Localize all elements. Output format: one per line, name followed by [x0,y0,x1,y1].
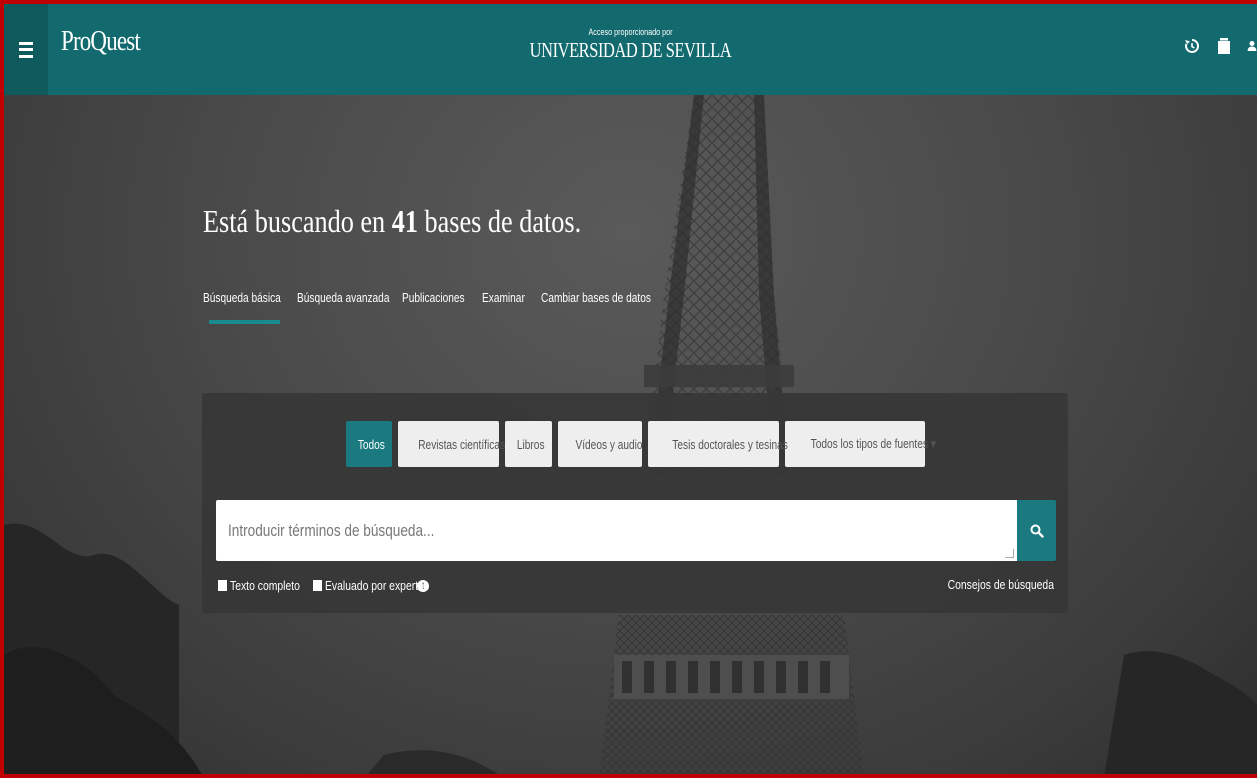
tab-cambiar-bases-de-datos[interactable]: Cambiar bases de datos [541,290,651,305]
tab-examinar[interactable]: Examinar [482,290,525,305]
search-row: Introducir términos de búsqueda... [216,500,1056,561]
tab-busqueda-basica[interactable]: Búsqueda básica [203,290,281,305]
full-text-checkbox[interactable] [218,580,227,591]
search-placeholder: Introducir términos de búsqueda... [228,520,435,540]
filter-todos[interactable]: Todos [345,421,392,467]
active-tab-indicator [209,320,280,324]
tab-publicaciones[interactable]: Publicaciones [402,290,465,305]
institution-name: UNIVERSIDAD DE SEVILLA [529,38,732,62]
resize-handle-icon[interactable] [1005,549,1014,558]
search-mode-tabs: Búsqueda básica Búsqueda avanzada Public… [203,290,675,305]
app-frame: ProQuest Acceso proporcionado por UNIVER… [0,0,1257,778]
folder-icon[interactable] [1215,36,1233,56]
search-tips-link[interactable]: Consejos de búsqueda [948,577,1054,592]
filter-todos-los-tipos-dropdown[interactable]: Todos los tipos de fuentes ▾ [784,421,935,467]
search-input[interactable]: Introducir términos de búsqueda... [216,500,1017,561]
top-header: ProQuest Acceso proporcionado por UNIVER… [4,4,1257,95]
tab-busqueda-avanzada[interactable]: Búsqueda avanzada [297,290,389,305]
filter-tesis-doctorales[interactable]: Tesis doctorales y tesinas [647,421,787,467]
page-heading: Está buscando en 41 bases de datos. [203,203,581,240]
header-actions [1183,36,1257,56]
search-panel: Todos Revistas científicas Libros Vídeos… [202,393,1068,613]
full-text-label: Texto completo [230,578,300,593]
institution-access: Acceso proporcionado por UNIVERSIDAD DE … [4,22,1257,63]
access-label: Acceso proporcionado por [588,27,673,37]
filter-libros[interactable]: Libros [504,421,552,467]
search-button[interactable] [1017,500,1056,561]
user-icon[interactable] [1247,36,1257,56]
database-count: 41 [391,203,418,239]
filter-revistas-cientificas[interactable]: Revistas científicas [397,421,505,467]
source-type-filters: Todos Revistas científicas Libros Vídeos… [202,421,1068,467]
filter-videos-y-audio[interactable]: Vídeos y audio [557,421,642,467]
search-icon [1030,524,1044,538]
heading-prefix: Está buscando en [203,203,392,239]
search-options: Texto completo Evaluado por expertos i [218,578,429,593]
history-icon[interactable] [1183,36,1201,56]
peer-reviewed-label: Evaluado por expertos [325,578,430,593]
hero-section: Está buscando en 41 bases de datos. Búsq… [4,95,1257,774]
heading-suffix: bases de datos. [417,203,582,239]
peer-reviewed-checkbox[interactable] [313,580,322,591]
